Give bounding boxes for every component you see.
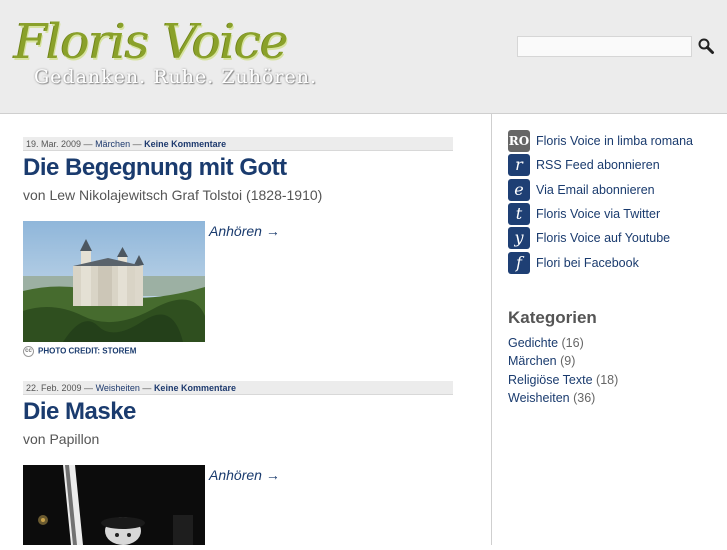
- social-link-rss[interactable]: r RSS Feed abonnieren: [508, 153, 693, 177]
- twitter-icon: t: [508, 203, 530, 226]
- photo-credit: cc PHOTO CREDIT: STOREM: [23, 346, 136, 357]
- youtube-icon: y: [508, 227, 530, 250]
- listen-link[interactable]: Anhören →: [209, 223, 280, 239]
- post-thumbnail-castle[interactable]: [23, 221, 205, 342]
- category-item: Märchen (9): [508, 354, 618, 372]
- post-comments-link[interactable]: Keine Kommentare: [154, 383, 236, 393]
- category-item: Gedichte (16): [508, 336, 618, 354]
- post-meta: 22. Feb. 2009 — Weisheiten — Keine Komme…: [23, 381, 453, 395]
- post-date: 22. Feb. 2009: [26, 383, 82, 393]
- facebook-icon: f: [508, 251, 530, 274]
- listen-link[interactable]: Anhören →: [209, 467, 280, 483]
- post-comments-link[interactable]: Keine Kommentare: [144, 139, 226, 149]
- post-byline: von Lew Nikolajewitsch Graf Tolstoi (182…: [23, 187, 323, 203]
- post-title[interactable]: Die Maske: [23, 398, 136, 426]
- category-link[interactable]: Weisheiten: [508, 391, 570, 405]
- magnifier-icon: [698, 38, 714, 54]
- email-icon: e: [508, 178, 530, 201]
- social-link-youtube[interactable]: y Floris Voice auf Youtube: [508, 226, 693, 250]
- social-link-label[interactable]: Floris Voice in limba romana: [536, 134, 693, 148]
- romanian-flag-icon: RO: [508, 130, 530, 153]
- post-byline: von Papillon: [23, 431, 100, 447]
- search-button[interactable]: [697, 37, 715, 55]
- social-link-label[interactable]: Via Email abonnieren: [536, 183, 655, 197]
- post-meta: 19. Mar. 2009 — Märchen — Keine Kommenta…: [23, 137, 453, 151]
- post-category-link[interactable]: Märchen: [95, 139, 130, 149]
- social-links: RO Floris Voice in limba romana r RSS Fe…: [508, 129, 693, 275]
- category-link[interactable]: Märchen: [508, 354, 557, 368]
- category-link[interactable]: Gedichte: [508, 336, 558, 350]
- search-input[interactable]: [517, 36, 692, 57]
- column-divider: [491, 114, 492, 545]
- category-count: (16): [561, 336, 584, 350]
- social-link-romana[interactable]: RO Floris Voice in limba romana: [508, 129, 693, 153]
- social-link-label[interactable]: RSS Feed abonnieren: [536, 158, 660, 172]
- social-link-label[interactable]: Floris Voice auf Youtube: [536, 231, 670, 245]
- categories-heading: Kategorien: [508, 308, 597, 327]
- rss-icon: r: [508, 154, 530, 177]
- category-list: Gedichte (16) Märchen (9) Religiöse Text…: [508, 336, 618, 409]
- social-link-label[interactable]: Floris Voice via Twitter: [536, 207, 660, 221]
- site-logo-tagline: Gedanken. Ruhe. Zuhören.: [34, 66, 318, 88]
- social-link-label[interactable]: Flori bei Facebook: [536, 256, 639, 270]
- photo-credit-text[interactable]: PHOTO CREDIT: STOREM: [38, 347, 136, 356]
- social-link-email[interactable]: e Via Email abonnieren: [508, 178, 693, 202]
- social-link-facebook[interactable]: f Flori bei Facebook: [508, 250, 693, 274]
- category-count: (36): [573, 390, 596, 405]
- category-count: (9): [560, 354, 576, 369]
- site-header: Floris Voice Gedanken. Ruhe. Zuhören.: [0, 0, 727, 114]
- post-date: 19. Mar. 2009: [26, 139, 82, 149]
- post-thumbnail-mask[interactable]: [23, 465, 205, 545]
- category-item: Religiöse Texte (18): [508, 373, 618, 391]
- site-logo-title[interactable]: Floris Voice: [14, 14, 289, 70]
- post-category-link[interactable]: Weisheiten: [96, 383, 140, 393]
- category-item: Weisheiten (36): [508, 391, 618, 409]
- creative-commons-icon: cc: [23, 346, 34, 357]
- category-count: (18): [596, 372, 619, 387]
- category-link[interactable]: Religiöse Texte: [508, 373, 593, 387]
- post-title[interactable]: Die Begegnung mit Gott: [23, 154, 287, 182]
- social-link-twitter[interactable]: t Floris Voice via Twitter: [508, 202, 693, 226]
